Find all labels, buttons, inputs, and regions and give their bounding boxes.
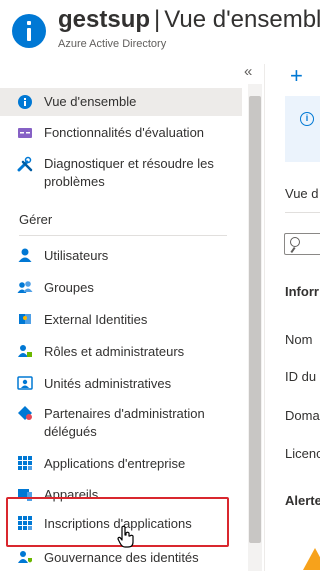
wrench-icon [17,156,33,172]
sidebar-item-preview-features[interactable]: Fonctionnalités d'évaluation [0,120,242,146]
info-icon [18,95,32,109]
basic-info-heading: Inforr [285,284,319,299]
sidebar-item-label: Utilisateurs [44,248,109,263]
title-separator: | [154,6,161,33]
sidebar-item-diagnose[interactable]: Diagnostiquer et résoudre les problèmes [0,150,242,194]
sidebar-item-label: Gouvernance des identités [44,550,199,565]
user-icon [18,248,32,262]
admin-units-icon [17,376,33,390]
warning-icon [303,548,320,570]
sidebar-item-enterprise-apps[interactable]: Applications d'entreprise [0,452,242,478]
sidebar-item-delegated-partners[interactable]: Partenaires d'administration délégués [0,402,242,444]
sidebar-item-label: Partenaires d'administration délégués [44,406,205,439]
sidebar-item-label: Unités administratives [44,376,172,391]
panel-divider [264,64,265,571]
page-title: gestsup | Vue d'ensemble [58,5,320,35]
sidebar-item-label: Applications d'entreprise [44,456,186,471]
sidebar-item-identity-governance[interactable]: Gouvernance des identités [0,546,242,571]
sidebar-item-users[interactable]: Utilisateurs [0,244,242,270]
field-label-license: Licenc [285,446,320,461]
field-label-name: Nom [285,332,313,347]
preview-features-icon [18,128,32,138]
sidebar-item-label: Rôles et administrateurs [44,344,185,359]
sidebar-item-label: Fonctionnalités d'évaluation [44,125,205,140]
search-icon [290,237,300,247]
sidebar-item-overview[interactable]: Vue d'ensemble [0,88,242,116]
banner-info-icon: i [300,112,314,126]
hand-cursor-icon [117,525,134,548]
sidebar-item-label: External Identities [44,312,148,327]
sidebar-scrollbar-thumb[interactable] [249,96,261,543]
add-icon[interactable]: + [290,64,303,88]
search-icon-handle [290,246,296,254]
section-title-manage: Gérer [19,212,53,227]
sidebar-item-label: Vue d'ensemble [44,94,137,109]
sidebar-item-roles[interactable]: Rôles et administrateurs [0,340,242,366]
external-identities-icon [19,314,31,324]
page-header: gestsup | Vue d'ensemble Azure Active Dire… [0,0,320,64]
info-icon [12,14,46,48]
enterprise-apps-icon [18,456,32,470]
search-input[interactable] [284,233,320,255]
sidebar-item-groups[interactable]: Groupes [0,276,242,302]
sidebar-item-external-identities[interactable]: External Identities [0,308,242,334]
groups-icon [17,281,33,293]
identity-governance-icon [18,551,32,563]
section-divider [19,235,227,236]
sidebar-item-admin-units[interactable]: Unités administratives [0,372,242,398]
delegated-partners-icon [18,406,32,420]
page-title-text: Vue d'ensemble [164,6,320,33]
alerts-heading: Alerte [285,493,320,508]
tenant-name: gestsup [58,6,151,33]
info-banner [285,96,320,162]
sidebar-item-label: Groupes [44,280,94,295]
tab-overview[interactable]: Vue d [285,186,319,201]
collapse-sidebar-icon[interactable]: « [244,64,252,80]
tab-divider [285,212,320,213]
field-label-domain: Doma [285,408,320,423]
sidebar-item-label: Diagnostiquer et résoudre les problèmes [44,156,214,189]
roles-icon [18,345,32,357]
field-label-tenant-id: ID du [285,369,317,384]
page-subtitle: Azure Active Directory [58,38,167,50]
